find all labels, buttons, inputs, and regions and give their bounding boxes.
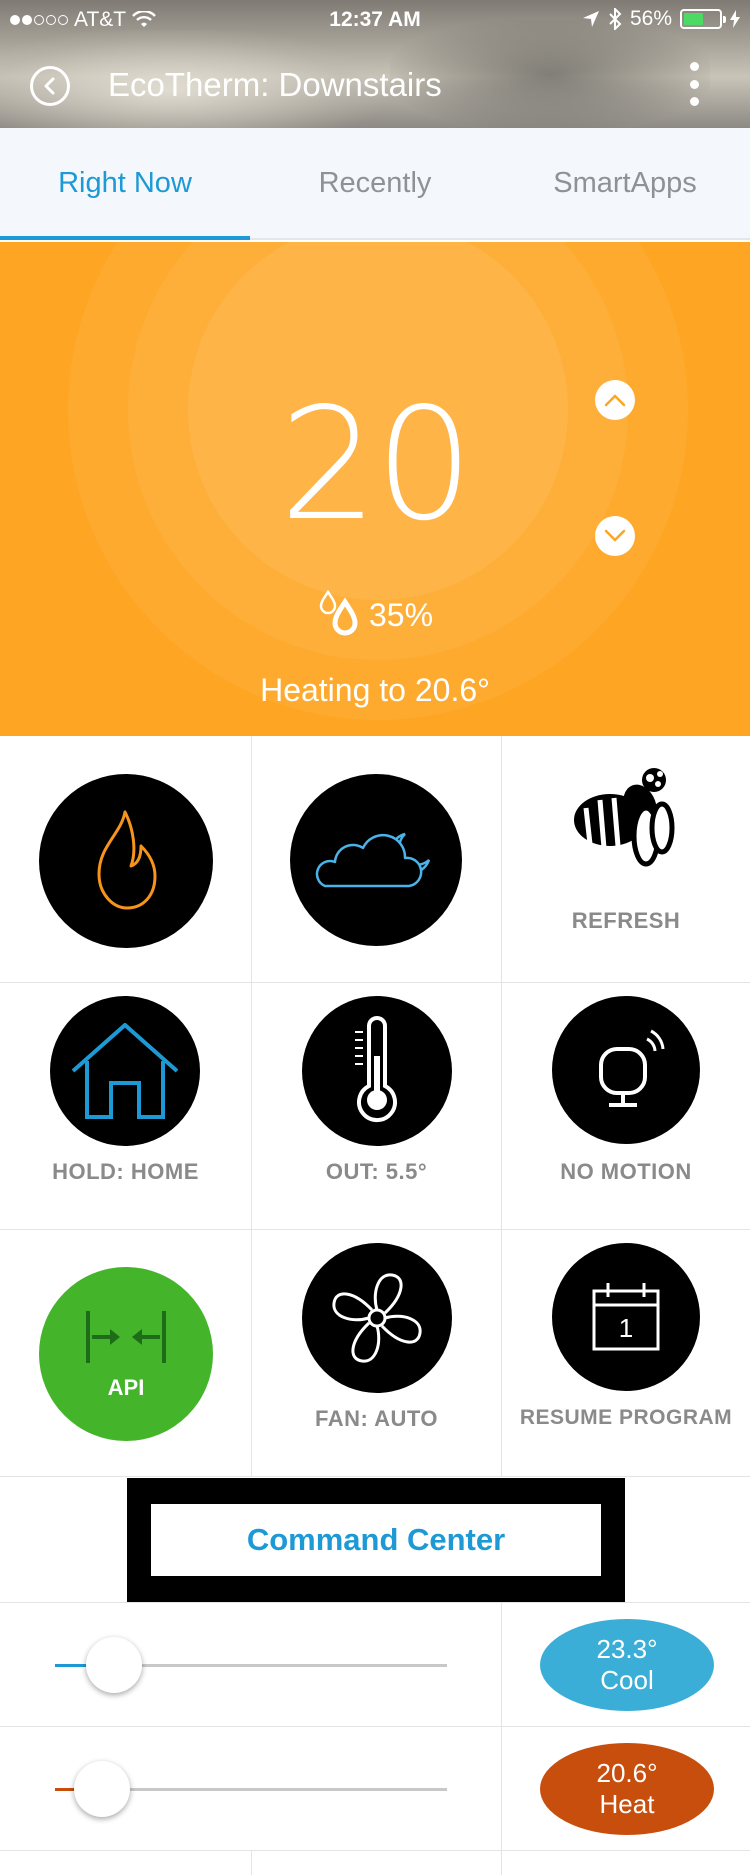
refresh-label: REFRESH <box>571 908 681 933</box>
cool-mode-label: Cool <box>600 1665 654 1695</box>
flame-icon <box>97 810 157 910</box>
cool-setpoint-badge[interactable]: 23.3° Cool <box>540 1619 714 1711</box>
humidity-value: 35% <box>368 596 434 633</box>
app-header: AT&T 12:37 AM 56% EcoTherm: Downstairs <box>0 0 750 128</box>
tile-outdoor-temp[interactable]: OUT: 5.5° <box>252 983 502 1229</box>
tab-smartapps[interactable]: SmartApps <box>500 128 750 238</box>
thermometer-icon <box>355 1016 397 1123</box>
tab-recently[interactable]: Recently <box>250 128 500 238</box>
tile-hold-home[interactable]: HOLD: HOME <box>0 983 252 1229</box>
battery-percent: 56% <box>629 7 672 30</box>
tab-right-now[interactable]: Right Now <box>0 128 250 240</box>
command-center-button[interactable]: Command Center <box>127 1477 625 1602</box>
tile-api[interactable]: API <box>0 1230 252 1476</box>
outdoor-temp-label: OUT: 5.5° <box>325 1159 428 1184</box>
humidity-reading: 35% <box>0 590 750 640</box>
humidity-drops-icon <box>319 590 358 636</box>
more-vertical-icon <box>689 62 699 71</box>
house-icon <box>71 1023 179 1119</box>
cool-setpoint-slider[interactable] <box>0 1603 502 1726</box>
cool-setpoint-value: 23.3° <box>596 1633 658 1664</box>
back-chevron-icon <box>44 77 55 95</box>
back-button[interactable] <box>30 66 70 106</box>
command-center-label: Command Center <box>151 1503 601 1576</box>
fan-mode-label: FAN: AUTO <box>314 1406 439 1431</box>
api-label: API <box>107 1375 145 1400</box>
battery-icon <box>680 9 726 29</box>
status-bar: AT&T 12:37 AM 56% <box>0 0 750 40</box>
thermostat-panel: 20 35% Heating to 20.6° <box>0 242 750 736</box>
tile-fan-mode[interactable]: FAN: AUTO <box>252 1230 502 1476</box>
setpoint-value: 20 <box>279 374 473 555</box>
tile-refresh[interactable]: REFRESH <box>502 736 750 982</box>
heat-slider-handle[interactable] <box>74 1761 131 1817</box>
tile-heating-mode[interactable] <box>0 736 252 982</box>
heat-setpoint-slider[interactable] <box>0 1727 502 1850</box>
location-icon <box>582 11 599 27</box>
setpoint-down-button[interactable] <box>595 516 635 556</box>
chevron-up-icon <box>604 394 626 407</box>
motion-sensor-icon <box>599 1029 665 1107</box>
chevron-down-icon <box>604 529 626 542</box>
nav-bar: EcoTherm: Downstairs <box>0 50 750 120</box>
calendar-day: 1 <box>619 1313 633 1343</box>
motion-label: NO MOTION <box>560 1159 692 1184</box>
calendar-icon: 1 <box>592 1283 660 1351</box>
tile-resume-program[interactable]: 1 RESUME PROGRAM <box>502 1230 750 1476</box>
heat-setpoint-value: 20.6° <box>596 1757 658 1788</box>
operating-status: Heating to 20.6° <box>260 672 490 708</box>
page-title: EcoTherm: Downstairs <box>108 66 442 103</box>
heat-mode-label: Heat <box>599 1789 655 1819</box>
cloud-moon-icon <box>315 832 431 888</box>
tile-motion[interactable]: NO MOTION <box>502 983 750 1229</box>
hold-home-label: HOLD: HOME <box>52 1159 199 1184</box>
tile-grid: REFRESH HOLD: HOME OUT: 5.5° NO MOTION A… <box>0 736 750 1875</box>
cool-slider-handle[interactable] <box>85 1637 142 1693</box>
bee-icon <box>574 768 675 867</box>
resume-program-label: RESUME PROGRAM <box>519 1406 733 1429</box>
tile-weather[interactable] <box>252 736 502 982</box>
fan-icon <box>332 1273 422 1363</box>
api-arrows-icon <box>86 1311 166 1363</box>
more-options-button[interactable] <box>686 62 702 106</box>
heat-setpoint-badge[interactable]: 20.6° Heat <box>540 1743 714 1835</box>
tab-bar: Right Now Recently SmartApps <box>0 128 750 240</box>
setpoint-up-button[interactable] <box>595 380 635 420</box>
bluetooth-icon <box>609 8 622 30</box>
charging-bolt-icon <box>730 10 740 28</box>
